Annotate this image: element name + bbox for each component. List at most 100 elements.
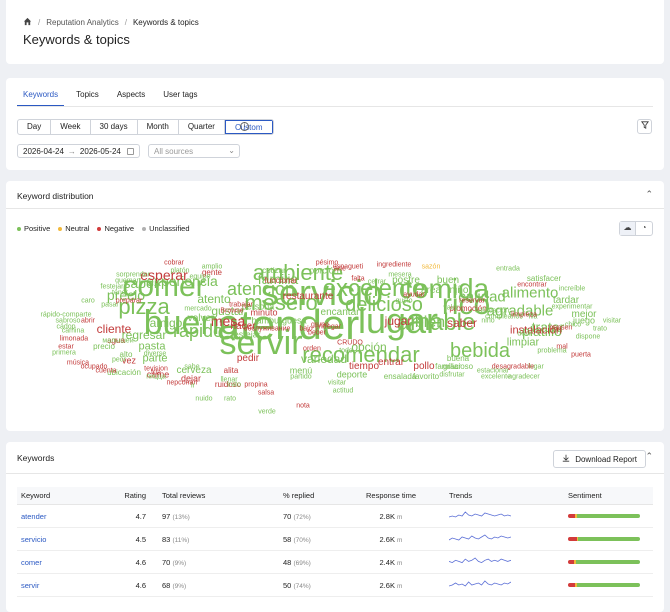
period-quarter-button[interactable]: Quarter [179, 120, 225, 134]
legend-negative[interactable]: Negative [97, 224, 134, 233]
cloud-word[interactable]: excelente [481, 374, 511, 381]
cloud-word[interactable]: tener [112, 290, 128, 297]
table-row[interactable]: comer 4.6 70 (9%) 48 (69%) 2.4K m [17, 551, 653, 574]
col-rating[interactable]: Rating [102, 491, 146, 500]
period-week-button[interactable]: Week [51, 120, 91, 134]
cloud-word[interactable]: cuenta [95, 368, 116, 375]
cloud-word[interactable]: falta [351, 276, 364, 283]
col-response-time[interactable]: Response time [336, 491, 446, 500]
legend-neutral[interactable]: Neutral [58, 224, 89, 233]
cloud-word[interactable]: música [67, 360, 89, 367]
cloud-word[interactable]: restaurante [283, 292, 334, 302]
cloud-word[interactable]: actitud [333, 388, 354, 395]
keyword-link[interactable]: atender [17, 512, 102, 521]
keyword-link[interactable]: comer [17, 558, 102, 567]
keyword-link[interactable]: servir [17, 581, 102, 590]
chevron-up-icon[interactable]: ⌃ [645, 189, 653, 200]
cloud-word[interactable]: gracioso [443, 363, 473, 371]
cloud-word[interactable]: limpieza [511, 312, 537, 319]
cloud-word[interactable]: salsa [258, 390, 274, 397]
cloud-word[interactable]: mesera [388, 272, 411, 279]
cloud-word[interactable]: todo [339, 348, 353, 355]
tab-user-tags[interactable]: User tags [157, 87, 203, 107]
period-30-days-button[interactable]: 30 days [91, 120, 138, 134]
cloud-word[interactable]: hamburguesa [251, 316, 306, 326]
cloud-word[interactable]: buena [447, 355, 469, 363]
cloud-word[interactable]: cobrar [164, 260, 184, 267]
cloud-word[interactable]: cepsen [550, 325, 573, 332]
cloud-word[interactable]: verde [258, 409, 276, 416]
cloud-word[interactable]: mercado [184, 306, 211, 313]
filter-button[interactable] [637, 119, 652, 134]
cloud-word[interactable]: limpiar [507, 337, 539, 349]
cloud-word[interactable]: beber [308, 330, 326, 337]
cloud-word[interactable]: CRUDO [337, 340, 363, 347]
cloud-word[interactable]: increíble [559, 286, 585, 293]
col-total-reviews[interactable]: Total reviews [146, 491, 256, 500]
cloud-word[interactable]: visitar [603, 318, 621, 325]
cloud-word[interactable]: arte [334, 266, 346, 273]
cloud-word[interactable]: variedad [301, 353, 347, 365]
col-keyword[interactable]: Keyword [17, 491, 102, 500]
cloud-word[interactable]: camina [62, 328, 85, 335]
cloud-word[interactable]: limonada [60, 336, 88, 343]
date-range-picker[interactable]: 2026-04-24 → 2026-05-24 [17, 144, 140, 158]
cloud-word[interactable]: dispone [576, 334, 601, 341]
tab-topics[interactable]: Topics [70, 87, 105, 107]
cloud-word[interactable]: trabajar [229, 302, 253, 309]
home-icon[interactable] [23, 17, 32, 28]
download-report-button[interactable]: Download Report [553, 450, 646, 468]
cloud-word[interactable]: puerta [571, 352, 591, 359]
cloud-word[interactable]: ensalada [384, 373, 416, 381]
cloud-word[interactable]: nota [296, 403, 310, 410]
cloud-word[interactable]: sazón [422, 264, 441, 271]
cloud-word[interactable]: atento [197, 293, 230, 305]
cloud-view-icon[interactable]: ☁ [620, 222, 636, 235]
period-day-button[interactable]: Day [18, 120, 52, 134]
cloud-word[interactable]: platón [170, 268, 189, 275]
cloud-word[interactable]: nuido [195, 396, 212, 403]
cloud-word[interactable]: niño [481, 318, 494, 325]
cloud-word[interactable]: mal [556, 344, 567, 351]
cloud-word[interactable]: bien [415, 315, 445, 331]
period-month-button[interactable]: Month [138, 120, 179, 134]
cloud-word[interactable]: обслуживание [244, 326, 291, 333]
cloud-word[interactable]: favorito [413, 373, 439, 381]
cloud-word[interactable]: cotizar [262, 267, 286, 275]
cloud-word[interactable]: ayudar [403, 292, 424, 299]
cloud-word[interactable]: entrada [496, 266, 520, 273]
table-row[interactable]: atender 4.7 97 (13%) 70 (72%) 2.8K m [17, 505, 653, 528]
cloud-word[interactable]: diverse [144, 351, 167, 358]
cloud-word[interactable]: deporte [337, 370, 368, 380]
cloud-word[interactable]: ir [191, 383, 195, 390]
cloud-word[interactable]: sabroso [56, 318, 81, 325]
cloud-word[interactable]: decir [517, 331, 532, 338]
cloud-word[interactable]: reservar [459, 298, 485, 305]
cloud-word[interactable]: Browse [220, 308, 243, 315]
cloud-word[interactable]: volver [188, 314, 215, 324]
legend-positive[interactable]: Positive [17, 224, 50, 233]
cloud-word[interactable]: trato [593, 326, 607, 333]
cloud-word[interactable]: preparar [116, 298, 142, 305]
cloud-word[interactable]: rato [224, 396, 236, 403]
cloud-word[interactable]: fría [151, 370, 161, 377]
cloud-word[interactable]: llenar [220, 377, 237, 384]
cloud-word[interactable]: equipo [189, 274, 210, 281]
pie-view-icon[interactable]: ◔ [636, 222, 652, 235]
cloud-word[interactable]: entregar [315, 324, 341, 331]
tab-keywords[interactable]: Keywords [17, 87, 65, 107]
cloud-word[interactable]: visitar [328, 380, 346, 387]
cloud-word[interactable]: gusto [395, 298, 412, 305]
cloud-word[interactable]: experimentar [552, 304, 593, 311]
col-replied[interactable]: % replied [256, 491, 336, 500]
cloud-word[interactable]: propina [244, 382, 267, 389]
cloud-word[interactable]: niño [450, 286, 469, 296]
cloud-word[interactable]: encontrar [517, 282, 547, 289]
cloud-word[interactable]: estacionar [477, 368, 509, 375]
cloud-word[interactable]: caro [81, 298, 95, 305]
table-row[interactable]: servir 4.6 68 (9%) 50 (74%) 2.6K m [17, 574, 653, 597]
cloud-word[interactable]: funcionar [265, 277, 298, 285]
cloud-word[interactable]: entrar [378, 358, 404, 368]
cloud-word[interactable]: abrir [81, 318, 95, 325]
cloud-word[interactable]: cerrar [368, 279, 386, 286]
